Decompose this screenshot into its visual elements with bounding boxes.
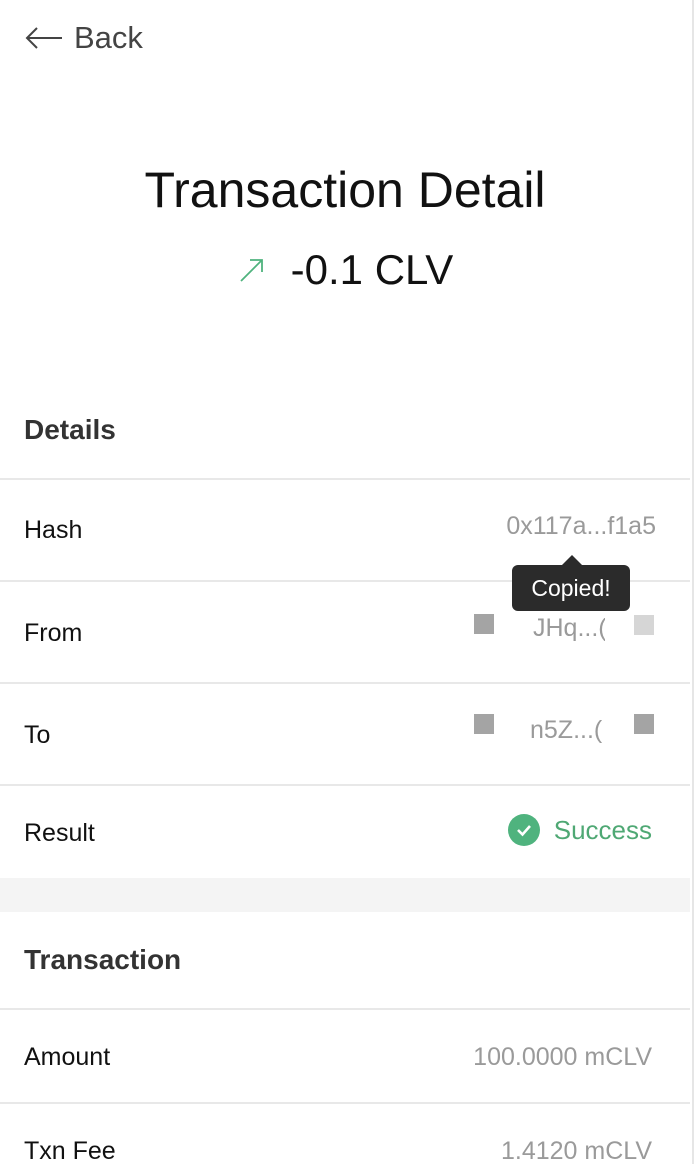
to-address[interactable]: n5Z...( — [530, 716, 604, 745]
section-separator — [0, 878, 690, 912]
to-label: To — [24, 721, 51, 749]
transaction-amount: -0.1 CLV — [290, 246, 454, 293]
transaction-section-title: Transaction — [24, 944, 182, 975]
back-button[interactable]: Back — [24, 16, 143, 60]
divider — [0, 784, 690, 786]
transaction-detail-screen: Back Transaction Detail -0.1 CLV Details… — [0, 0, 694, 1164]
result-status: Success — [507, 814, 652, 846]
back-label: Back — [74, 20, 143, 55]
hash-label: Hash — [24, 516, 83, 544]
from-copy-icon[interactable] — [474, 614, 494, 634]
hash-value[interactable]: 0x117a...f1a5 — [506, 512, 656, 541]
from-label: From — [24, 619, 83, 647]
details-section-title: Details — [24, 414, 116, 445]
from-address[interactable]: JHq...( — [533, 614, 605, 643]
arrow-up-right-icon — [240, 259, 263, 282]
result-value: Success — [553, 814, 652, 845]
check-circle-icon — [507, 814, 540, 846]
divider — [0, 1008, 690, 1010]
to-copy-icon[interactable] — [474, 714, 494, 734]
result-label: Result — [24, 819, 95, 847]
page-title: Transaction Detail — [144, 162, 546, 218]
amount-label: Amount — [24, 1043, 111, 1071]
copied-tooltip: Copied! — [512, 555, 630, 611]
to-link-icon[interactable] — [634, 714, 654, 734]
fee-label: Txn Fee — [24, 1137, 116, 1164]
fee-value: 1.4120 mCLV — [500, 1137, 652, 1164]
from-link-icon[interactable] — [634, 615, 654, 635]
amount-value: 100.0000 mCLV — [473, 1043, 652, 1071]
divider — [0, 682, 690, 684]
arrow-left-icon — [25, 27, 62, 49]
divider — [0, 1102, 690, 1104]
amount-summary: -0.1 CLV — [0, 246, 690, 294]
divider — [0, 478, 690, 480]
